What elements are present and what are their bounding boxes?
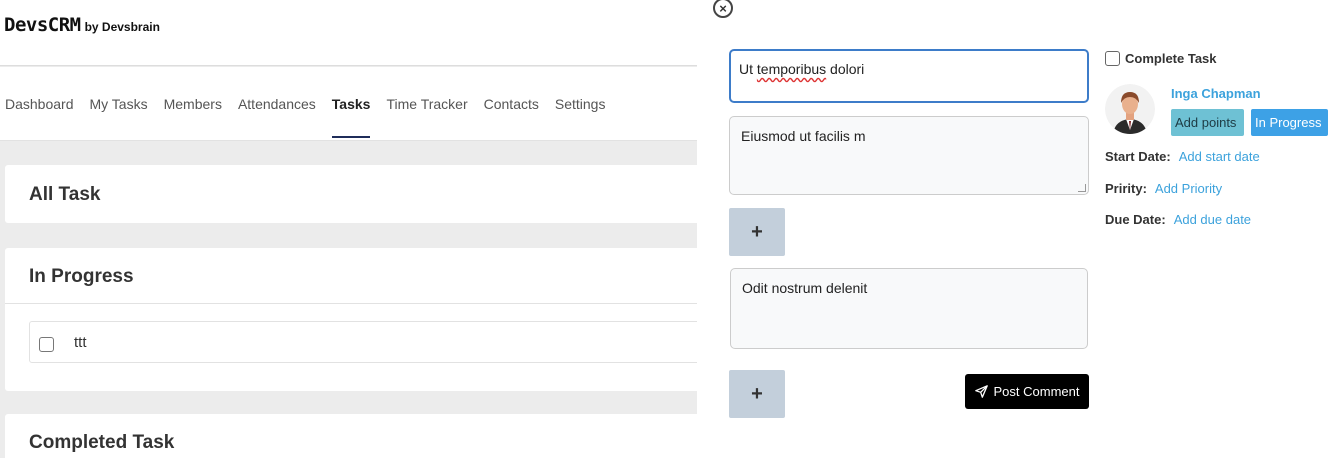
post-comment-button[interactable]: Post Comment [965,374,1089,409]
description-text: Eiusmod ut facilis m [741,128,866,144]
nav-dashboard[interactable]: Dashboard [5,67,74,141]
due-date-label: Due Date: [1105,212,1166,227]
nav-attendances[interactable]: Attendances [238,67,316,141]
completed-task-card: Completed Task [5,414,725,458]
status-badge[interactable]: In Progress [1251,109,1328,136]
nav-tasks[interactable]: Tasks [331,67,370,141]
start-date-row: Start Date: Add start date [1105,149,1260,164]
nav-settings[interactable]: Settings [555,67,606,141]
brand-subtitle: by Devsbrain [84,20,160,34]
add-priority-link[interactable]: Add Priority [1155,181,1222,196]
nav-contacts[interactable]: Contacts [484,67,539,141]
brand-logo[interactable]: DevsCRM by Devsbrain [4,14,160,36]
send-icon [974,385,988,398]
title-text-end: dolori [826,61,865,77]
all-task-heading: All Task [29,184,101,205]
all-task-card: All Task [5,165,725,223]
title-text-start: Ut [739,61,757,77]
assignee-name-link[interactable]: Inga Chapman [1171,86,1261,101]
completed-task-heading: Completed Task [29,432,175,453]
nav-time-tracker[interactable]: Time Tracker [386,67,467,141]
task-checkbox[interactable] [39,337,54,352]
task-title-input[interactable]: Ut temporibus dolori [729,49,1089,103]
avatar-illustration [1105,84,1155,134]
add-description-button[interactable]: + [729,208,785,256]
task-row[interactable]: ttt [29,321,729,363]
brand-name: DevsCRM [4,14,81,36]
priority-label: Pririty: [1105,181,1147,196]
title-text-misspelled: temporibus [756,61,827,77]
complete-task-label: Complete Task [1125,51,1217,66]
task-name: ttt [74,334,87,351]
task-description-textarea[interactable]: Eiusmod ut facilis m [729,116,1089,195]
resize-handle[interactable] [1078,184,1086,192]
add-start-date-link[interactable]: Add start date [1179,149,1260,164]
post-comment-label: Post Comment [993,384,1080,399]
complete-task-toggle[interactable]: Complete Task [1105,51,1217,66]
add-due-date-link[interactable]: Add due date [1174,212,1251,227]
add-points-button[interactable]: Add points [1171,109,1244,136]
complete-task-checkbox[interactable] [1105,51,1120,66]
add-attachment-button[interactable]: + [729,370,785,418]
nav-my-tasks[interactable]: My Tasks [90,67,148,141]
comment-textarea[interactable]: Odit nostrum delenit [730,268,1088,349]
priority-row: Pririty: Add Priority [1105,181,1222,196]
card-divider [5,303,725,304]
nav-members[interactable]: Members [164,67,222,141]
user-avatar [1105,84,1155,134]
in-progress-card: In Progress ttt [5,248,729,391]
due-date-row: Due Date: Add due date [1105,212,1251,227]
comment-text: Odit nostrum delenit [742,280,868,296]
in-progress-heading: In Progress [29,266,134,287]
start-date-label: Start Date: [1105,149,1171,164]
main-nav: Dashboard My Tasks Members Attendances T… [5,67,605,141]
